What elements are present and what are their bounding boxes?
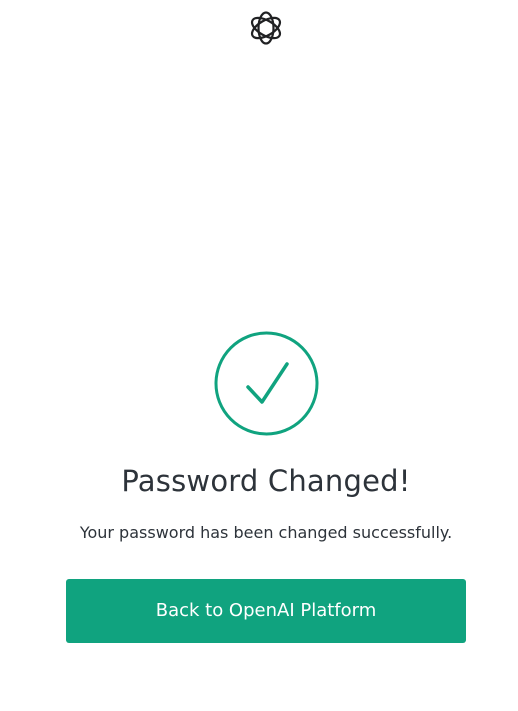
back-to-platform-button[interactable]: Back to OpenAI Platform — [66, 579, 466, 643]
openai-logo-icon — [246, 8, 286, 48]
page-title: Password Changed! — [121, 464, 411, 498]
check-circle-icon — [214, 331, 319, 436]
success-message: Your password has been changed successfu… — [79, 523, 453, 542]
